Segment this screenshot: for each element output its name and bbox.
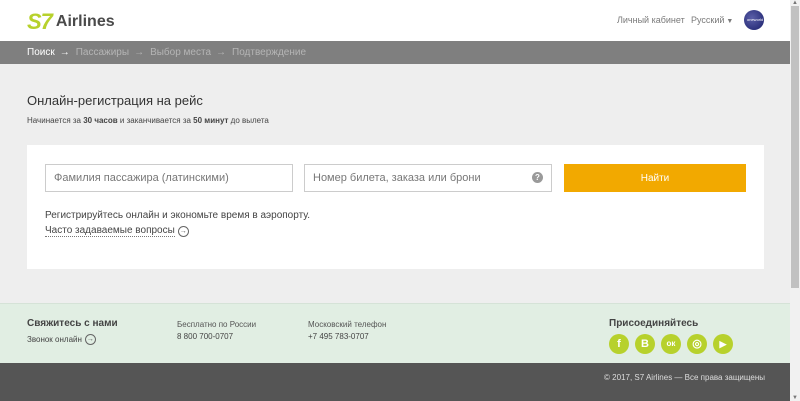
ticket-number-input[interactable]: Номер билета, заказа или брони ? (304, 164, 552, 192)
step-label: Выбор места (150, 47, 212, 58)
personal-cabinet-link[interactable]: Личный кабинет (617, 15, 685, 25)
moscow-phone-label: Московский телефон (308, 320, 387, 329)
checkin-form-card: Фамилия пассажира (латинскими) Номер бил… (27, 145, 764, 269)
russia-phone-number[interactable]: 8 800 700-0707 (177, 332, 256, 341)
scroll-down-icon[interactable]: ▼ (792, 395, 798, 401)
moscow-phone-number[interactable]: +7 495 783-0707 (308, 332, 386, 341)
footer-contacts: Свяжитесь с нами Звонок онлайн → Бесплат… (0, 303, 790, 363)
find-button[interactable]: Найти (564, 164, 746, 192)
page-subtitle: Начинается за 30 часов и заканчивается з… (27, 116, 269, 125)
subtitle-text: и заканчивается за (117, 116, 194, 125)
arrow-circle-icon: → (177, 225, 189, 237)
page-scrollbar[interactable]: ▲ ▼ (790, 0, 800, 401)
faq-label: Часто задаваемые вопросы (45, 225, 175, 237)
arrow-right-icon: → (59, 47, 70, 58)
language-label: Русский (691, 15, 725, 25)
logo-mark: S7 (27, 9, 53, 34)
step-label: Пассажиры (75, 47, 130, 58)
step-passengers: Пассажиры → (76, 47, 150, 58)
promo-text: Регистрируйтесь онлайн и экономьте время… (45, 210, 311, 221)
passenger-surname-input[interactable]: Фамилия пассажира (латинскими) (45, 164, 293, 192)
s7-logo[interactable]: S7 Airlines (27, 9, 115, 35)
copyright: © 2017, S7 Airlines — Все права защищены (604, 373, 765, 382)
odnoklassniki-icon[interactable]: ок (661, 334, 681, 354)
vk-icon[interactable]: В (635, 334, 655, 354)
facebook-icon[interactable]: f (609, 334, 629, 354)
step-label: Поиск (27, 47, 55, 58)
subtitle-text: до вылета (228, 116, 269, 125)
faq-link[interactable]: Часто задаваемые вопросы → (45, 225, 189, 237)
footer-bottom-bar: © 2017, S7 Airlines — Все права защищены (0, 363, 790, 401)
russia-phone-label: Бесплатно по России (177, 320, 257, 329)
russia-phone-block: Бесплатно по России 8 800 700-0707 (177, 320, 256, 341)
site-header: S7 Airlines Личный кабинет Русский ▼ onew… (0, 0, 790, 41)
help-icon[interactable]: ? (532, 172, 543, 183)
call-online-label: Звонок онлайн (27, 335, 82, 344)
oneworld-text: oneworld (747, 17, 764, 22)
language-selector[interactable]: Русский ▼ (691, 15, 733, 25)
contact-title: Свяжитесь с нами (27, 318, 118, 329)
youtube-icon[interactable]: ▶ (713, 334, 733, 354)
subtitle-minutes: 50 минут (193, 116, 229, 125)
instagram-icon[interactable]: ◎ (687, 334, 707, 354)
step-label: Подтверждение (232, 47, 307, 58)
chevron-down-icon: ▼ (726, 18, 734, 25)
moscow-phone-block: Московский телефон +7 495 783-0707 (308, 320, 386, 341)
logo-text: Airlines (55, 13, 115, 30)
ticket-placeholder: Номер билета, заказа или брони (313, 172, 481, 184)
oneworld-logo-icon[interactable]: oneworld (744, 10, 764, 30)
join-title: Присоединяйтесь (609, 318, 699, 329)
page-title: Онлайн-регистрация на рейс (27, 93, 203, 108)
arrow-right-icon: → (134, 47, 145, 58)
social-links: f В ок ◎ ▶ (609, 334, 739, 354)
arrow-circle-icon: → (84, 334, 96, 345)
subtitle-hours: 30 часов (83, 116, 118, 125)
step-confirmation: Подтверждение (232, 47, 306, 58)
step-seat-selection: Выбор места → (150, 47, 232, 58)
call-online-link[interactable]: Звонок онлайн → (27, 334, 96, 345)
arrow-right-icon: → (216, 47, 227, 58)
step-search[interactable]: Поиск → (27, 47, 76, 58)
scrollbar-thumb[interactable] (791, 6, 799, 288)
checkin-steps: Поиск → Пассажиры → Выбор места → Подтвержд… (0, 41, 790, 64)
subtitle-text: Начинается за (27, 116, 84, 125)
